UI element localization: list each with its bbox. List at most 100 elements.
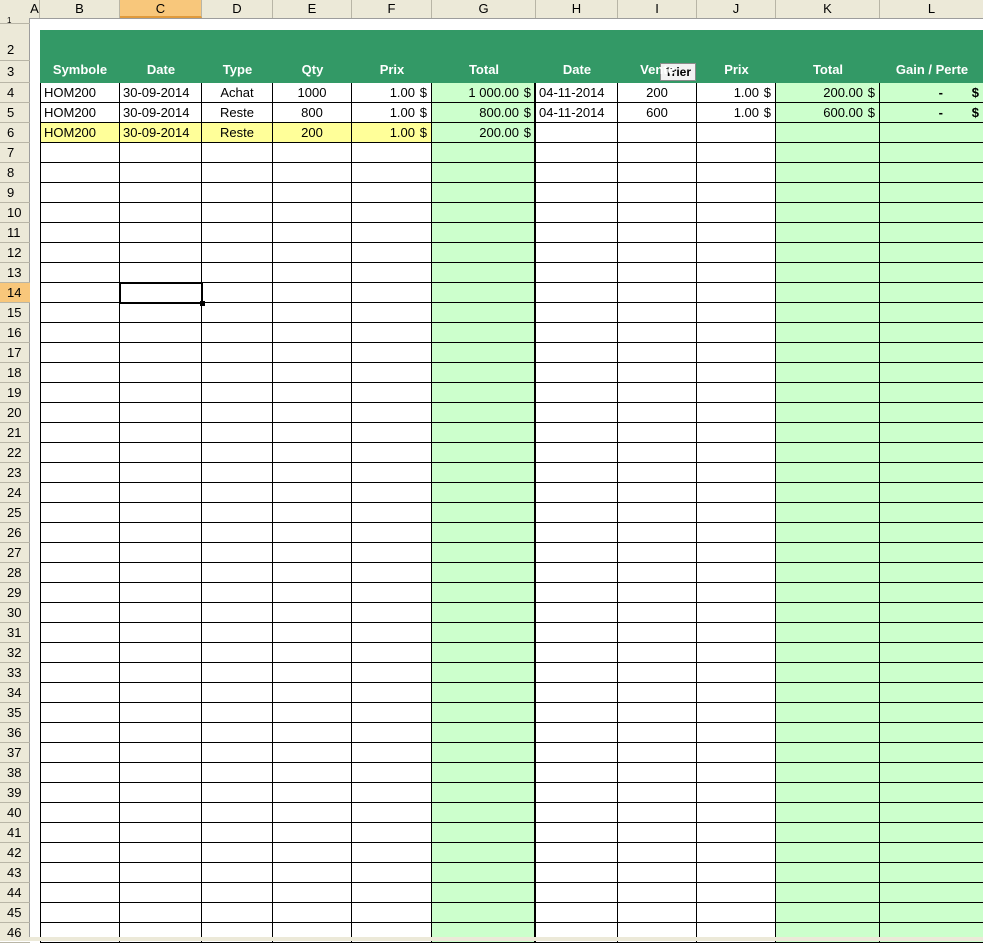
- empty-cell[interactable]: [432, 763, 536, 783]
- empty-cell[interactable]: [120, 763, 202, 783]
- empty-cell[interactable]: [776, 843, 880, 863]
- empty-cell[interactable]: [536, 363, 618, 383]
- empty-cell[interactable]: [202, 283, 273, 303]
- empty-cell[interactable]: [120, 583, 202, 603]
- empty-cell[interactable]: [120, 223, 202, 243]
- empty-cell[interactable]: [432, 643, 536, 663]
- empty-cell[interactable]: [352, 783, 432, 803]
- empty-cell[interactable]: [40, 703, 120, 723]
- empty-cell[interactable]: [352, 503, 432, 523]
- empty-cell[interactable]: [273, 803, 352, 823]
- empty-cell[interactable]: [880, 583, 983, 603]
- empty-cell[interactable]: [352, 183, 432, 203]
- empty-cell[interactable]: [697, 783, 776, 803]
- empty-cell[interactable]: [40, 223, 120, 243]
- empty-cell[interactable]: [432, 723, 536, 743]
- empty-cell[interactable]: [536, 523, 618, 543]
- row-header-36[interactable]: 36: [0, 723, 30, 743]
- empty-cell[interactable]: [618, 723, 697, 743]
- empty-cell[interactable]: [202, 383, 273, 403]
- column-header-l[interactable]: L: [880, 0, 983, 18]
- empty-cell[interactable]: [880, 503, 983, 523]
- empty-cell[interactable]: [202, 603, 273, 623]
- empty-cell[interactable]: [776, 703, 880, 723]
- empty-cell[interactable]: [776, 443, 880, 463]
- empty-cell[interactable]: [618, 803, 697, 823]
- empty-cell[interactable]: [432, 563, 536, 583]
- empty-cell[interactable]: [432, 183, 536, 203]
- empty-cell[interactable]: [273, 263, 352, 283]
- empty-cell[interactable]: [697, 423, 776, 443]
- empty-cell[interactable]: [273, 523, 352, 543]
- empty-cell[interactable]: [40, 243, 120, 263]
- row-header-27[interactable]: 27: [0, 543, 30, 563]
- empty-cell[interactable]: [432, 703, 536, 723]
- empty-cell[interactable]: [40, 343, 120, 363]
- empty-cell[interactable]: [536, 543, 618, 563]
- empty-cell[interactable]: [776, 723, 880, 743]
- empty-cell[interactable]: [273, 623, 352, 643]
- empty-cell[interactable]: [202, 243, 273, 263]
- row-header-45[interactable]: 45: [0, 903, 30, 923]
- empty-cell[interactable]: [120, 143, 202, 163]
- empty-cell[interactable]: [880, 403, 983, 423]
- empty-cell[interactable]: [776, 903, 880, 923]
- cell-prix[interactable]: 1.00 $: [352, 123, 432, 143]
- row-header-28[interactable]: 28: [0, 563, 30, 583]
- empty-cell[interactable]: [536, 663, 618, 683]
- cell-gain[interactable]: - $: [880, 103, 983, 123]
- empty-cell[interactable]: [776, 323, 880, 343]
- empty-cell[interactable]: [432, 883, 536, 903]
- empty-cell[interactable]: [697, 183, 776, 203]
- empty-cell[interactable]: [618, 143, 697, 163]
- empty-cell[interactable]: [352, 803, 432, 823]
- empty-cell[interactable]: [776, 383, 880, 403]
- empty-cell[interactable]: [120, 663, 202, 683]
- empty-cell[interactable]: [352, 603, 432, 623]
- empty-cell[interactable]: [273, 343, 352, 363]
- empty-cell[interactable]: [40, 563, 120, 583]
- empty-cell[interactable]: [120, 643, 202, 663]
- row-header-33[interactable]: 33: [0, 663, 30, 683]
- empty-cell[interactable]: [776, 523, 880, 543]
- row-header-35[interactable]: 35: [0, 703, 30, 723]
- column-header-f[interactable]: F: [352, 0, 432, 18]
- empty-cell[interactable]: [776, 223, 880, 243]
- empty-cell[interactable]: [202, 363, 273, 383]
- cell-type[interactable]: Reste: [202, 103, 273, 123]
- empty-cell[interactable]: [40, 583, 120, 603]
- empty-cell[interactable]: [697, 703, 776, 723]
- empty-cell[interactable]: [40, 363, 120, 383]
- row-header-7[interactable]: 7: [0, 143, 30, 163]
- empty-cell[interactable]: [120, 163, 202, 183]
- column-header-h[interactable]: H: [536, 0, 618, 18]
- empty-cell[interactable]: [697, 443, 776, 463]
- empty-cell[interactable]: [273, 383, 352, 403]
- empty-cell[interactable]: [40, 723, 120, 743]
- empty-cell[interactable]: [880, 783, 983, 803]
- empty-cell[interactable]: [352, 203, 432, 223]
- row-header-16[interactable]: 16: [0, 323, 30, 343]
- empty-cell[interactable]: [352, 583, 432, 603]
- empty-cell[interactable]: [273, 823, 352, 843]
- empty-cell[interactable]: [776, 163, 880, 183]
- empty-cell[interactable]: [202, 663, 273, 683]
- empty-cell[interactable]: [120, 263, 202, 283]
- empty-cell[interactable]: [776, 483, 880, 503]
- cell-vprix[interactable]: 1.00 $: [697, 83, 776, 103]
- cell-date[interactable]: 30-09-2014: [120, 123, 202, 143]
- empty-cell[interactable]: [273, 763, 352, 783]
- empty-cell[interactable]: [880, 463, 983, 483]
- empty-cell[interactable]: [697, 163, 776, 183]
- empty-cell[interactable]: [618, 783, 697, 803]
- empty-cell[interactable]: [120, 863, 202, 883]
- empty-cell[interactable]: [273, 883, 352, 903]
- empty-cell[interactable]: [880, 243, 983, 263]
- empty-cell[interactable]: [40, 643, 120, 663]
- empty-cell[interactable]: [273, 603, 352, 623]
- empty-cell[interactable]: [880, 763, 983, 783]
- empty-cell[interactable]: [352, 903, 432, 923]
- empty-cell[interactable]: [40, 383, 120, 403]
- empty-cell[interactable]: [536, 503, 618, 523]
- empty-cell[interactable]: [40, 283, 120, 303]
